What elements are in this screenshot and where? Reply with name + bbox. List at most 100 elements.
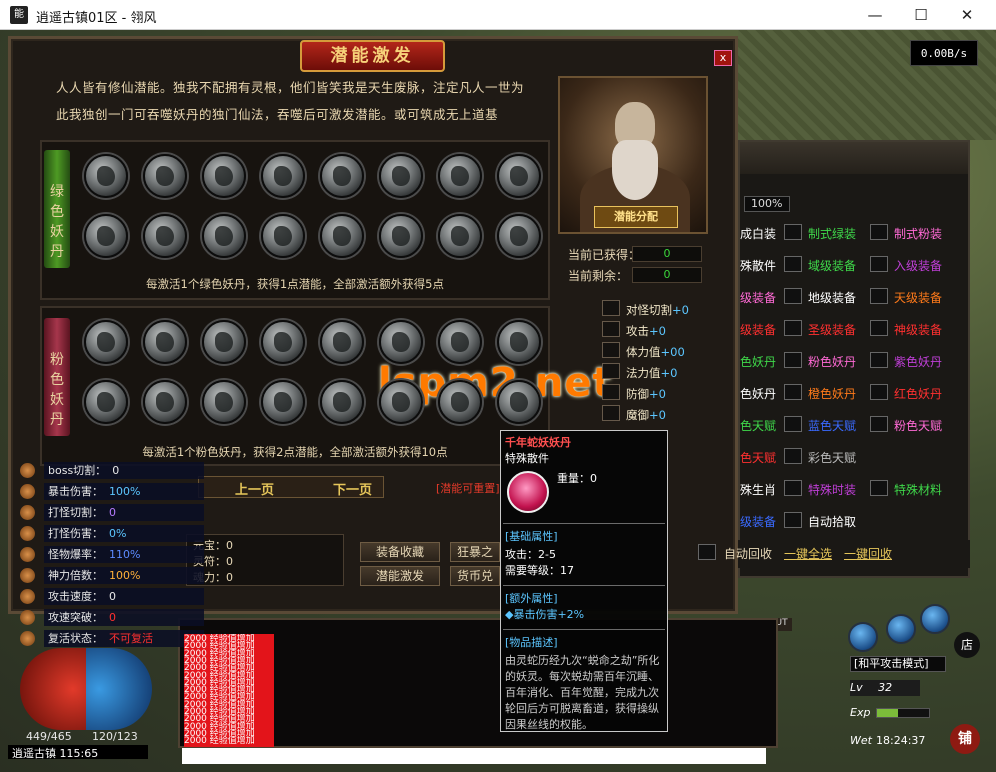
attr-checkbox[interactable] bbox=[602, 300, 620, 316]
pink-core-orb[interactable] bbox=[438, 380, 482, 424]
filter-checkbox[interactable] bbox=[870, 480, 888, 496]
demon-core-icon bbox=[215, 392, 233, 412]
currency-exchange-button[interactable]: 货币兑 bbox=[450, 566, 500, 586]
pink-core-orb[interactable] bbox=[497, 320, 541, 364]
green-core-orb[interactable] bbox=[261, 154, 305, 198]
pink-group-label: 粉色妖丹 bbox=[44, 318, 70, 436]
prev-page-button[interactable]: 上一页 bbox=[235, 479, 274, 498]
green-core-orb[interactable] bbox=[320, 214, 364, 258]
pink-core-orb[interactable] bbox=[261, 320, 305, 364]
attr-checkbox[interactable] bbox=[602, 384, 620, 400]
filter-checkbox[interactable] bbox=[870, 256, 888, 272]
green-core-orb[interactable] bbox=[202, 214, 246, 258]
equip-collect-button[interactable]: 装备收藏 bbox=[360, 542, 440, 562]
filter-label: 地级装备 bbox=[808, 291, 857, 305]
green-core-orb[interactable] bbox=[379, 154, 423, 198]
green-core-orb[interactable] bbox=[438, 214, 482, 258]
filter-checkbox[interactable] bbox=[784, 288, 802, 304]
pink-core-orb[interactable] bbox=[379, 320, 423, 364]
filter-checkbox[interactable] bbox=[784, 384, 802, 400]
stat-label: boss切割： 0 bbox=[44, 462, 204, 479]
pink-core-orb[interactable] bbox=[379, 380, 423, 424]
filter-checkbox[interactable] bbox=[870, 352, 888, 368]
attr-value: +00 bbox=[660, 345, 685, 359]
demon-core-icon bbox=[333, 226, 351, 246]
pink-core-orb[interactable] bbox=[143, 320, 187, 364]
skill-icon-3[interactable] bbox=[920, 604, 950, 634]
auto-recycle-checkbox[interactable] bbox=[698, 544, 716, 560]
attr-checkbox[interactable] bbox=[602, 342, 620, 358]
pink-core-orb[interactable] bbox=[320, 320, 364, 364]
potential-allocate-badge[interactable]: 潜能分配 bbox=[594, 206, 678, 228]
filter-checkbox[interactable] bbox=[784, 352, 802, 368]
pink-core-orb[interactable] bbox=[84, 380, 128, 424]
attr-checkbox[interactable] bbox=[602, 405, 620, 421]
green-core-orb[interactable] bbox=[202, 154, 246, 198]
green-core-orb[interactable] bbox=[143, 214, 187, 258]
filter-checkbox[interactable] bbox=[870, 384, 888, 400]
attack-mode[interactable]: [和平攻击模式] bbox=[850, 656, 946, 672]
filter-checkbox[interactable] bbox=[784, 256, 802, 272]
filter-label: 蓝色天赋 bbox=[808, 419, 857, 433]
pink-core-orb[interactable] bbox=[143, 380, 187, 424]
minimize-button[interactable]: — bbox=[852, 0, 898, 30]
filter-checkbox[interactable] bbox=[784, 320, 802, 336]
filter-checkbox[interactable] bbox=[784, 416, 802, 432]
pink-core-orb[interactable] bbox=[84, 320, 128, 364]
filter-checkbox[interactable] bbox=[870, 320, 888, 336]
green-core-orb[interactable] bbox=[261, 214, 305, 258]
filter-label: 入级装备 bbox=[894, 259, 943, 273]
pink-core-orb[interactable] bbox=[438, 320, 482, 364]
berserk-button[interactable]: 狂暴之 bbox=[450, 542, 500, 562]
stat-icon bbox=[20, 631, 35, 646]
filter-label: 色天赋 bbox=[740, 419, 777, 433]
panel-close-button[interactable]: x bbox=[714, 50, 732, 66]
stat-row: 怪物爆率： 110% bbox=[20, 546, 204, 563]
filter-checkbox[interactable] bbox=[870, 416, 888, 432]
filter-checkbox[interactable] bbox=[870, 224, 888, 240]
filter-label: 特殊材料 bbox=[894, 483, 943, 497]
store-icon[interactable]: 铺 bbox=[950, 724, 980, 754]
demon-core-icon bbox=[274, 226, 292, 246]
pink-core-orb[interactable] bbox=[202, 320, 246, 364]
pink-core-orb[interactable] bbox=[261, 380, 305, 424]
reset-hint: [潜能可重置] bbox=[436, 482, 500, 495]
maximize-button[interactable]: ☐ bbox=[898, 0, 944, 30]
filter-checkbox[interactable] bbox=[784, 480, 802, 496]
filter-checkbox[interactable] bbox=[784, 448, 802, 464]
demon-core-icon bbox=[510, 166, 528, 186]
stat-label: 怪物爆率： 110% bbox=[44, 546, 204, 563]
hp-orb bbox=[20, 648, 86, 730]
shop-icon[interactable]: 店 bbox=[954, 632, 980, 658]
skill-icon-1[interactable] bbox=[848, 622, 878, 652]
pink-core-orb[interactable] bbox=[202, 380, 246, 424]
skill-icon-2[interactable] bbox=[886, 614, 916, 644]
recycle-all-link[interactable]: 一键回收 bbox=[844, 545, 892, 562]
green-core-orb[interactable] bbox=[438, 154, 482, 198]
green-core-orb[interactable] bbox=[497, 154, 541, 198]
attr-checkbox[interactable] bbox=[602, 321, 620, 337]
green-core-orb[interactable] bbox=[84, 214, 128, 258]
green-core-orb[interactable] bbox=[84, 154, 128, 198]
attr-value: +0 bbox=[672, 303, 689, 317]
chat-input[interactable] bbox=[182, 748, 766, 764]
pink-core-orb[interactable] bbox=[497, 380, 541, 424]
filter-checkbox[interactable] bbox=[784, 224, 802, 240]
sage-portrait: 潜能分配 bbox=[558, 76, 708, 234]
filter-label: 级装备 bbox=[740, 291, 777, 305]
select-all-link[interactable]: 一键全选 bbox=[784, 545, 832, 562]
attr-checkbox[interactable] bbox=[602, 363, 620, 379]
desc-header: [物品描述] bbox=[505, 636, 558, 649]
filter-checkbox[interactable] bbox=[870, 288, 888, 304]
green-core-orb[interactable] bbox=[497, 214, 541, 258]
potential-button[interactable]: 潜能激发 bbox=[360, 566, 440, 586]
filter-checkbox[interactable] bbox=[784, 512, 802, 528]
green-core-orb[interactable] bbox=[379, 214, 423, 258]
pink-core-orb[interactable] bbox=[320, 380, 364, 424]
attr-name: 魔御 bbox=[626, 408, 649, 422]
close-window-button[interactable]: ✕ bbox=[944, 0, 990, 30]
rw-header bbox=[740, 142, 968, 174]
green-core-orb[interactable] bbox=[143, 154, 187, 198]
green-core-orb[interactable] bbox=[320, 154, 364, 198]
next-page-button[interactable]: 下一页 bbox=[333, 479, 372, 498]
